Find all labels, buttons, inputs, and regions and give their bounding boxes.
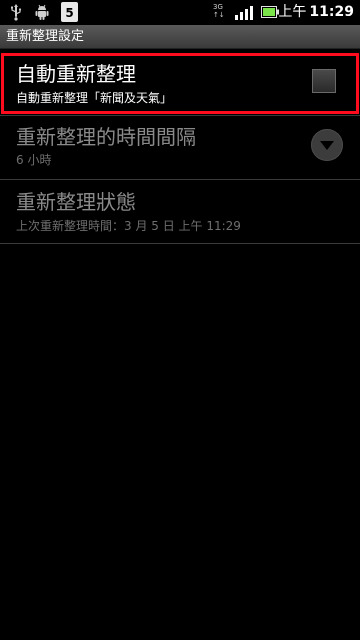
clock-time: 11:29 (309, 4, 354, 20)
status-clock: 上午 11:29 (278, 3, 354, 21)
usb-icon (11, 4, 22, 21)
auto-refresh-preference[interactable]: 自動重新整理 自動重新整理「新聞及天氣」 (0, 53, 360, 114)
android-debug-icon (35, 4, 49, 20)
network-3g-icon: 3G ↑↓ (213, 3, 225, 19)
refresh-interval-title: 重新整理的時間間隔 (16, 125, 196, 149)
list-divider (0, 243, 360, 244)
auto-refresh-title: 自動重新整理 (16, 62, 136, 86)
title-bar: 重新整理設定 (0, 25, 360, 49)
battery-icon (261, 6, 279, 18)
signal-icon (235, 6, 253, 20)
dropdown-arrow-icon[interactable] (311, 129, 343, 161)
network-type: 3G (213, 3, 223, 11)
calendar-day: 5 (65, 6, 74, 20)
am-pm-label: 上午 (278, 4, 307, 20)
refresh-status-title: 重新整理狀態 (16, 190, 136, 214)
auto-refresh-summary: 自動重新整理「新聞及天氣」 (16, 91, 173, 105)
auto-refresh-checkbox[interactable] (312, 69, 336, 93)
status-bar: 5 3G ↑↓ 上午 11:29 (0, 0, 360, 25)
page-title: 重新整理設定 (6, 29, 85, 44)
refresh-status-summary: 上次重新整理時間：3 月 5 日 上午 11:29 (16, 219, 241, 233)
chevron-down-icon (320, 141, 334, 150)
refresh-status-preference: 重新整理狀態 上次重新整理時間：3 月 5 日 上午 11:29 (0, 180, 360, 242)
calendar-icon: 5 (61, 2, 78, 22)
refresh-interval-preference[interactable]: 重新整理的時間間隔 6 小時 (0, 116, 360, 178)
refresh-interval-summary: 6 小時 (16, 153, 52, 167)
